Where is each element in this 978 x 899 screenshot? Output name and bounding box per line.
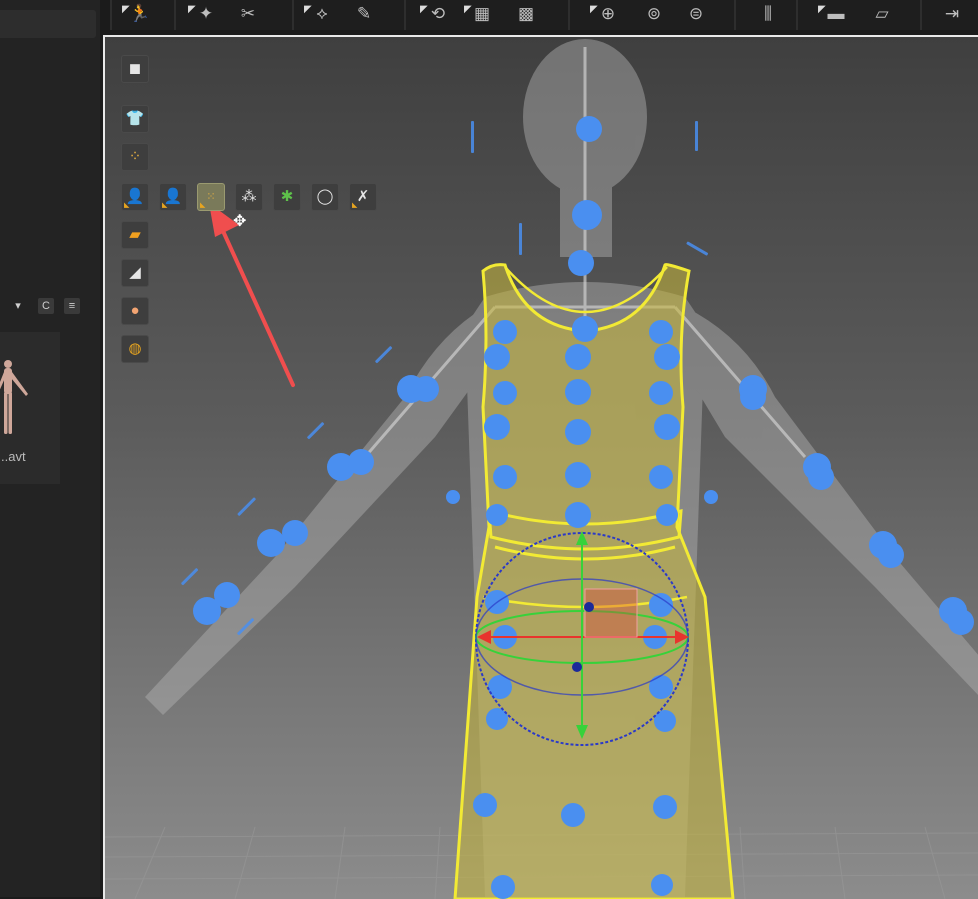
avatar-measure-tool[interactable]: ◯ — [311, 183, 339, 211]
show-garment-tool[interactable]: 👕 — [121, 105, 149, 133]
avatar-solid-tool[interactable]: 👤 ◣ — [159, 183, 187, 211]
avatar-skeleton-icon: ✱ — [280, 188, 294, 205]
toolbar-group-button: ◤ ⊕ ⊚ ⊜ — [568, 0, 730, 30]
skin-tool[interactable]: ● — [121, 297, 149, 325]
globe-icon: ◍ — [128, 340, 142, 357]
library-path-field[interactable] — [0, 10, 96, 38]
toolbar-group-select: ◤ ✦ ✂ — [174, 0, 292, 30]
tape-icon[interactable]: ◤ ▬ — [818, 2, 848, 26]
pattern-draw-icon[interactable]: ✎ — [352, 2, 376, 26]
pin-icon[interactable]: ⇥ — [940, 2, 964, 26]
garment-select-icon[interactable]: ◤ ✦ — [188, 2, 218, 26]
shirt-icon: 👕 — [125, 110, 145, 127]
tack-icon[interactable]: ◤ ▦ — [464, 2, 494, 26]
cube-icon: ◼ — [128, 60, 142, 77]
annotation-arrow — [209, 203, 295, 387]
texture-icon: ▰ — [129, 226, 141, 243]
toolbar-group-zipper: ⫼ — [734, 0, 792, 30]
top-toolbar: ◤ 🏃 ◤ ✦ ✂ ◤ ⟡ ✎ ◤ ⟲ ◤ ▦ ▩ ◤ ⊕ ⊚ ⊜ ⫼ ◤ ▬ ▱ ⇥ — [110, 0, 978, 30]
chevron-down-icon[interactable]: ▾ — [10, 298, 26, 314]
move-cursor-icon: ✥ — [233, 213, 247, 230]
points-icon: ⁘ — [128, 148, 142, 165]
texture-tool[interactable]: ▰ — [121, 221, 149, 249]
library-toolbar: ▾ C ≡ — [0, 294, 96, 320]
toolbar-group-avatar: ◤ 🏃 — [110, 0, 170, 30]
avatar-thumbnail[interactable]: ..avt — [0, 332, 60, 484]
toolbar-group-pin: ⇥ — [920, 0, 978, 30]
avatar-joints-tool[interactable]: ⁂ — [235, 183, 263, 211]
arrangement-points-tool[interactable]: ⁘ — [121, 143, 149, 171]
avatar-joints-icon: ⁂ — [241, 188, 257, 205]
3d-viewport[interactable]: ◼ 👕 ⁘ 👤 ◣ 👤 ◣ ⁙ ◣ ⁂ ✱ ◯ ✗ ◣ ▰ ◢ ● ◍ ✥ — [103, 35, 978, 899]
avatar-thumbnail-image — [0, 360, 28, 434]
avatar-pose-tool[interactable]: ✗ ◣ — [349, 183, 377, 211]
garment-transform-icon[interactable]: ✂ — [236, 2, 260, 26]
eraser-icon: ◢ — [129, 264, 141, 281]
toolbar-group-pattern: ◤ ⟡ ✎ — [292, 0, 404, 30]
toolbar-group-tape: ◤ ▬ ▱ — [796, 0, 916, 30]
button-select-icon[interactable]: ⊚ — [642, 2, 666, 26]
library-panel: ▾ C ≡ ..avt — [0, 0, 100, 897]
thumbnail-label: ..avt — [1, 449, 26, 464]
display-avatar-tool[interactable]: ◼ — [121, 55, 149, 83]
refresh-icon[interactable]: C — [38, 298, 54, 314]
tack-select-icon[interactable]: ▩ — [514, 2, 538, 26]
fold-arrangement-icon[interactable]: ◤ ⟲ — [420, 2, 450, 26]
avatar-measure-icon: ◯ — [316, 188, 334, 205]
3d-scene — [105, 39, 978, 899]
avatar-move-icon[interactable]: ◤ 🏃 — [122, 2, 152, 26]
zipper-icon[interactable]: ⫼ — [756, 2, 780, 26]
avatar-skeleton-tool[interactable]: ✱ — [273, 183, 301, 211]
list-view-icon[interactable]: ≡ — [64, 298, 80, 314]
pattern-edit-icon[interactable]: ◤ ⟡ — [304, 2, 334, 26]
button-add-icon[interactable]: ◤ ⊕ — [590, 2, 620, 26]
show-avatar-tool[interactable]: 👤 ◣ — [121, 183, 149, 211]
skin-icon: ● — [130, 302, 140, 319]
shirring-icon[interactable]: ▱ — [870, 2, 894, 26]
eraser-tool[interactable]: ◢ — [121, 259, 149, 287]
avatar-points-tool[interactable]: ⁙ ◣ — [197, 183, 225, 211]
buttonhole-icon[interactable]: ⊜ — [684, 2, 708, 26]
toolbar-group-tack: ◤ ⟲ ◤ ▦ ▩ — [404, 0, 564, 30]
grid-sphere-tool[interactable]: ◍ — [121, 335, 149, 363]
